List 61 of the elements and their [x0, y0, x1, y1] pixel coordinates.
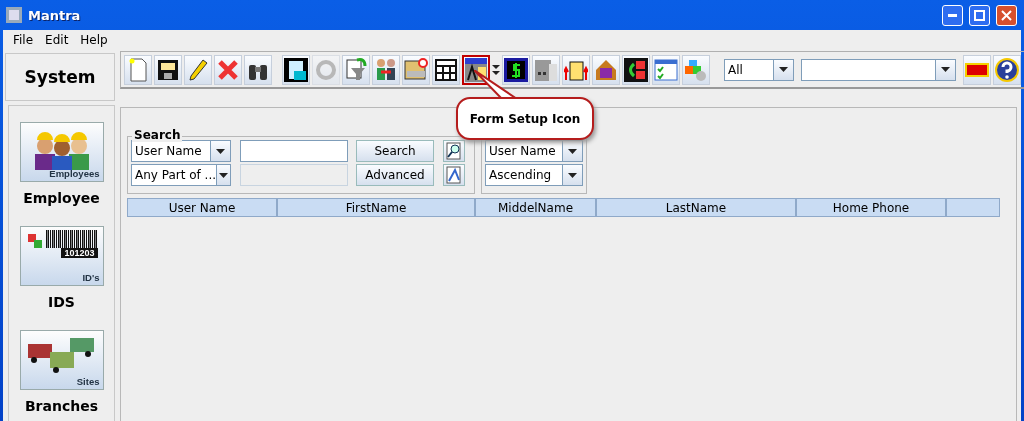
grid-icon	[435, 58, 457, 81]
help-button[interactable]	[993, 54, 1021, 85]
value-combo[interactable]	[801, 58, 956, 81]
column-header[interactable]: MiddelName	[475, 198, 596, 217]
column-header[interactable]: LastName	[596, 198, 796, 217]
module-button[interactable]: 101203 ID's	[19, 226, 104, 286]
search-field[interactable]	[239, 140, 348, 162]
house-icon	[594, 57, 618, 82]
module-label: IDS	[48, 294, 75, 310]
exit-button[interactable]	[963, 54, 991, 85]
search-group-title: Search	[132, 128, 183, 142]
menu-item[interactable]: Edit	[39, 32, 75, 47]
window-title: Mantra	[28, 7, 82, 23]
building-icon	[534, 57, 558, 82]
gear-icon	[684, 57, 708, 82]
maximize-icon	[974, 9, 985, 21]
filter-combo[interactable]: All	[724, 58, 794, 81]
caret-icon	[568, 148, 577, 154]
pencil-icon	[188, 58, 208, 81]
close-icon	[1001, 9, 1012, 21]
people-icon	[375, 57, 397, 82]
column-header[interactable]: User Name	[127, 198, 277, 217]
module-label: Employee	[23, 190, 100, 206]
caret-icon	[216, 148, 225, 154]
overflow-arrows-icon[interactable]	[492, 63, 500, 76]
caret-icon	[568, 172, 577, 178]
module-button[interactable]: Sites	[19, 330, 104, 390]
caret-icon	[941, 67, 950, 72]
refresh-icon	[315, 58, 337, 81]
sort-field-combo[interactable]: User Name	[485, 140, 583, 162]
advanced-icon-button[interactable]	[442, 164, 465, 186]
menu-item[interactable]: File	[7, 32, 40, 47]
column-header	[946, 198, 1000, 217]
match-combo[interactable]: Any Part of ...	[131, 164, 231, 186]
delete-icon	[217, 58, 239, 81]
advanced-button[interactable]: Advanced	[356, 164, 434, 186]
menu-item[interactable]: Help	[74, 32, 114, 47]
search-icon	[445, 142, 462, 160]
close-button[interactable]	[996, 4, 1017, 26]
column-header[interactable]: FirstName	[277, 198, 475, 217]
system-label: System	[5, 53, 115, 101]
dollar-icon	[504, 57, 528, 82]
search-button[interactable]: Search	[356, 140, 434, 162]
help-icon	[995, 57, 1019, 82]
module-button[interactable]: Employees	[19, 122, 104, 182]
checklist-icon	[654, 58, 678, 81]
minimize-button[interactable]	[942, 4, 963, 26]
caret-icon	[219, 172, 229, 178]
sort-order-combo[interactable]: Ascending	[485, 164, 583, 186]
notepad-icon	[404, 57, 428, 82]
minimize-icon	[948, 13, 957, 17]
funnel-icon	[345, 57, 367, 82]
module-label: Branches	[24, 398, 99, 414]
search-icon-button[interactable]	[442, 140, 465, 162]
field-combo[interactable]: User Name	[131, 140, 231, 162]
caret-icon	[779, 67, 788, 72]
maximize-button[interactable]	[969, 4, 990, 26]
column-header[interactable]: Home Phone	[796, 198, 946, 217]
toolbar-button[interactable]	[462, 54, 490, 85]
new-document-icon	[128, 57, 148, 82]
app-icon	[6, 7, 22, 23]
